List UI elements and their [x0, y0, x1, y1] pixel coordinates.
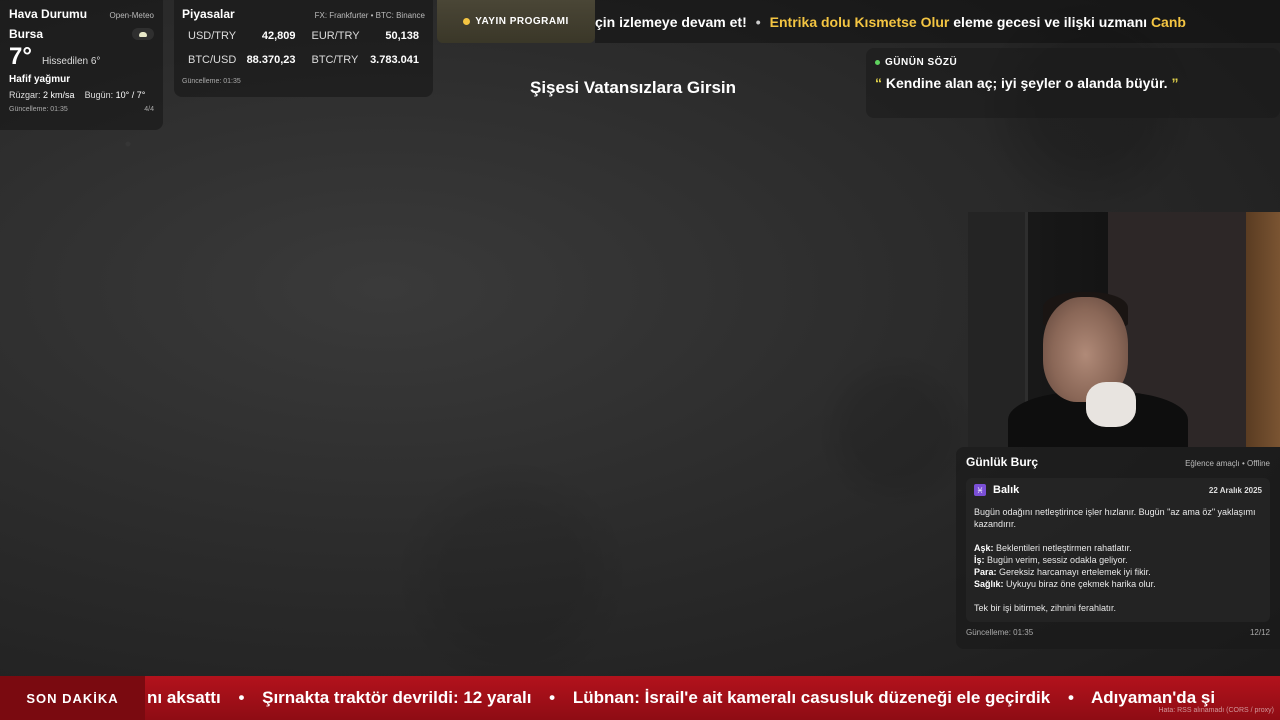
- breaking-separator: •: [238, 688, 245, 707]
- market-pair: BTC/USD 88.370,23: [188, 54, 296, 66]
- markets-title: Piyasalar: [182, 7, 235, 21]
- markets-updated: Güncelleme: 01:35: [182, 78, 241, 85]
- market-pair: USD/TRY 42,809: [188, 30, 296, 42]
- horoscope-widget: Günlük Burç Eğlence amaçlı • Offline ♓ B…: [956, 447, 1280, 649]
- weather-city: Bursa: [9, 27, 44, 41]
- breaking-label: SON DAKİKA: [0, 676, 145, 720]
- line-value: Gereksiz harcamayı ertelemek iyi fikir.: [999, 567, 1151, 577]
- market-pair: BTC/TRY 3.783.041: [312, 54, 420, 66]
- live-dot-icon: [875, 60, 880, 65]
- horoscope-line: Sağlık: Uykuyu biraz öne çekmek harika o…: [974, 578, 1262, 590]
- quote-open-mark: “: [875, 75, 882, 91]
- breaking-item: nı aksattı: [147, 688, 221, 707]
- weather-wind-row: Rüzgar: 2 km/sa Bugün: 10° / 7°: [9, 90, 154, 100]
- horoscope-note: Eğlence amaçlı • Offline: [1185, 459, 1270, 468]
- weather-widget: Hava Durumu Open-Meteo Bursa 7° Hissedil…: [0, 0, 163, 130]
- line-key: Aşk:: [974, 543, 994, 553]
- horoscope-summary: Bugün odağını netleştirince işler hızlan…: [974, 507, 1256, 529]
- horoscope-line: İş: Bugün verim, sessiz odakla geliyor.: [974, 554, 1262, 566]
- line-key: Para:: [974, 567, 997, 577]
- weather-title: Hava Durumu: [9, 7, 88, 21]
- breaking-item: Lübnan: İsrail'e ait kameralı casusluk d…: [572, 688, 1051, 707]
- weather-condition: Hafif yağmur: [9, 74, 71, 85]
- wind-label: Rüzgar:: [9, 90, 41, 100]
- market-pair: EUR/TRY 50,138: [312, 30, 420, 42]
- markets-grid: USD/TRY 42,809 EUR/TRY 50,138 BTC/USD 88…: [182, 30, 425, 66]
- status-dot-icon: [463, 18, 471, 25]
- line-value: Uykuyu biraz öne çekmek harika olur.: [1006, 579, 1156, 589]
- rss-error-text: Hata: RSS alınamadı (CORS / proxy): [1158, 707, 1274, 714]
- quote-of-day-widget: GÜNÜN SÖZÜ “ Kendine alan aç; iyi şeyler…: [866, 48, 1280, 118]
- line-value: Bugün verim, sessiz odakla geliyor.: [987, 555, 1128, 565]
- pisces-icon: ♓: [974, 484, 986, 496]
- breaking-item: Şırnakta traktör devrildi: 12 yaralı: [262, 688, 532, 707]
- line-key: Sağlık:: [974, 579, 1004, 589]
- breaking-ticker: nı aksattı • Şırnakta traktör devrildi: …: [145, 688, 1215, 708]
- weather-updated: Güncelleme: 01:35: [9, 106, 68, 113]
- market-symbol: BTC/USD: [188, 54, 237, 66]
- stream-title: Şişesi Vatansızlara Girsin: [530, 78, 737, 97]
- market-value: 88.370,23: [246, 54, 296, 66]
- horoscope-title: Günlük Burç: [966, 455, 1039, 469]
- markets-source: FX: Frankfurter • BTC: Binance: [314, 11, 425, 20]
- market-symbol: BTC/TRY: [311, 54, 359, 66]
- breaking-item: Adıyaman'da şi: [1091, 688, 1216, 707]
- ticker-text: çin izlemeye devam et!: [595, 13, 747, 30]
- rain-cloud-icon: [132, 28, 154, 40]
- breaking-news-bar: SON DAKİKA nı aksattı • Şırnakta traktör…: [0, 676, 1280, 720]
- quote-label: GÜNÜN SÖZÜ: [885, 57, 958, 68]
- weather-temperature: 7°: [9, 43, 32, 70]
- line-value: Beklentileri netleştirmen rahatlatır.: [996, 543, 1132, 553]
- schedule-label: YAYIN PROGRAMI: [475, 16, 569, 27]
- market-symbol: USD/TRY: [188, 30, 237, 42]
- breaking-separator: •: [549, 688, 556, 707]
- quote-text-row: “ Kendine alan aç; iyi şeyler o alanda b…: [875, 75, 1271, 91]
- ticker-separator: •: [755, 13, 761, 30]
- weather-source: Open-Meteo: [109, 11, 154, 20]
- horoscope-card: ♓ Balık 22 Aralık 2025 Bugün odağını net…: [966, 478, 1270, 622]
- breaking-separator: •: [1067, 688, 1074, 707]
- horoscope-page-indicator: 12/12: [1249, 628, 1270, 637]
- horoscope-sign: Balık: [993, 484, 1020, 496]
- top-news-ticker: çin izlemeye devam et! • Entrika dolu Kı…: [595, 0, 1280, 43]
- horoscope-updated: Güncelleme: 01:35: [966, 628, 1034, 637]
- market-symbol: EUR/TRY: [311, 30, 360, 42]
- weather-feels-like: Hissedilen 6°: [41, 56, 101, 67]
- line-key: İş:: [974, 555, 985, 565]
- webcam-feed: [968, 212, 1280, 447]
- today-value: 10° / 7°: [115, 90, 146, 100]
- ticker-highlight: Entrika dolu Kısmetse Olur: [769, 13, 950, 30]
- schedule-button[interactable]: YAYIN PROGRAMI: [437, 0, 595, 43]
- market-value: 3.783.041: [370, 54, 419, 66]
- weather-page-indicator: 4/4: [144, 106, 154, 113]
- horoscope-line: Aşk: Beklentileri netleştirmen rahatlatı…: [974, 542, 1262, 554]
- today-label: Bugün:: [84, 90, 114, 100]
- quote-close-mark: ”: [1171, 75, 1179, 91]
- market-value: 42,809: [261, 30, 296, 42]
- ticker-highlight: Canb: [1150, 13, 1186, 30]
- ticker-text: eleme gecesi ve ilişki uzmanı: [953, 13, 1148, 30]
- market-value: 50,138: [385, 30, 419, 42]
- horoscope-tip: Tek bir işi bitirmek, zihnini ferahlatır…: [974, 603, 1117, 613]
- wind-value: 2 km/sa: [43, 90, 75, 100]
- horoscope-date: 22 Aralık 2025: [1208, 485, 1262, 495]
- markets-widget: Piyasalar FX: Frankfurter • BTC: Binance…: [174, 0, 433, 97]
- horoscope-line: Para: Gereksiz harcamayı ertelemek iyi f…: [974, 566, 1262, 578]
- quote-text: Kendine alan aç; iyi şeyler o alanda büy…: [885, 75, 1168, 91]
